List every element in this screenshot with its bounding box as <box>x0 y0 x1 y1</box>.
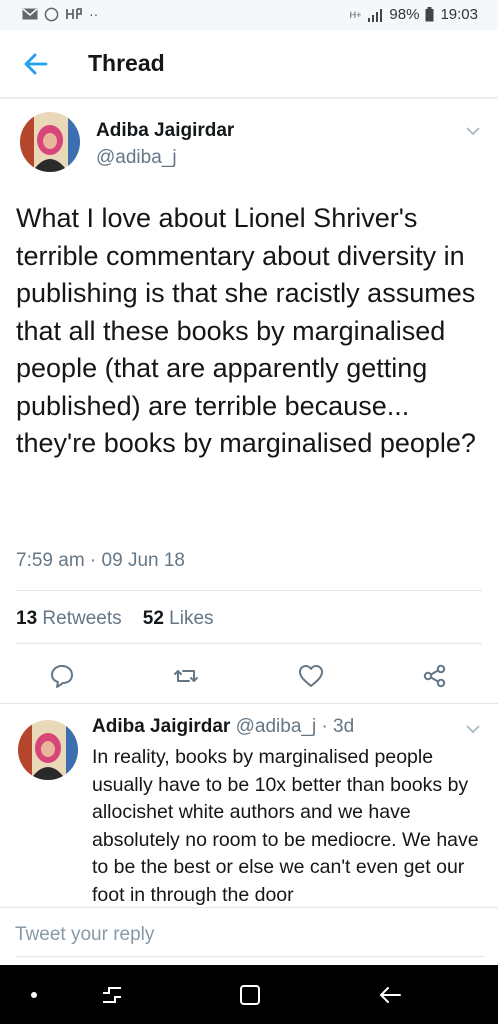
avatar-image <box>20 112 80 172</box>
likes-stat[interactable]: 52 Likes <box>143 608 214 629</box>
battery-percent: 98% <box>389 6 420 23</box>
recent-apps-icon[interactable] <box>98 981 126 1009</box>
tweet-timestamp: 7:59 am · 09 Jun 18 <box>16 550 185 571</box>
like-icon[interactable] <box>297 662 325 690</box>
reply-author-name[interactable]: Adiba Jaigirdar <box>92 716 230 737</box>
whatsapp-icon <box>44 7 59 21</box>
mail-icon <box>22 8 38 20</box>
battery-icon <box>425 7 434 22</box>
system-nav-bar <box>0 965 498 1024</box>
more-dots-icon: ·· <box>89 6 99 22</box>
app-header: Thread <box>0 30 498 98</box>
share-icon[interactable] <box>421 662 449 690</box>
reply-text: In reality, books by marginalised people… <box>92 746 479 906</box>
tweet-stats: 13 Retweets 52 Likes <box>16 608 214 630</box>
reply-header: Adiba Jaigirdar @adiba_j · 3d <box>92 716 354 738</box>
reply-input[interactable]: Tweet your reply <box>15 924 154 946</box>
likes-count: 52 <box>142 608 164 629</box>
back-icon[interactable] <box>376 981 404 1009</box>
reply-tweet[interactable]: Adiba Jaigirdar @adiba_j · 3d In reality… <box>0 703 498 908</box>
avatar[interactable] <box>20 112 80 172</box>
retweets-count: 13 <box>16 608 38 629</box>
retweets-label: Retweets <box>42 608 122 629</box>
chevron-down-icon[interactable] <box>466 724 480 734</box>
clock: 19:03 <box>440 6 478 23</box>
tweet-text: What I love about Lionel Shriver's terri… <box>16 203 476 458</box>
divider <box>16 590 482 591</box>
author-name[interactable]: Adiba Jaigirdar <box>96 120 234 142</box>
signal-icon <box>368 8 383 22</box>
reply-icon[interactable] <box>48 662 76 690</box>
back-arrow-icon[interactable] <box>22 50 50 78</box>
status-left: ·· <box>22 6 98 22</box>
author-handle[interactable]: @adiba_j <box>96 147 177 169</box>
input-underline <box>15 956 485 957</box>
dot-icon[interactable] <box>20 981 48 1009</box>
tweet-actions <box>0 654 498 698</box>
status-right: H+ 98% 19:03 <box>350 6 478 23</box>
page-title: Thread <box>88 50 165 76</box>
status-bar: ·· H+ 98% 19:03 <box>0 0 498 30</box>
retweets-stat[interactable]: 13 Retweets <box>16 608 122 629</box>
likes-label: Likes <box>169 608 214 629</box>
network-type: H+ <box>349 9 362 20</box>
avatar[interactable] <box>18 720 78 780</box>
divider <box>16 643 482 644</box>
reply-composer[interactable]: Tweet your reply <box>0 907 498 966</box>
retweet-icon[interactable] <box>172 662 200 690</box>
chevron-down-icon[interactable] <box>466 126 480 136</box>
avatar-image <box>18 720 78 780</box>
home-icon[interactable] <box>236 981 264 1009</box>
notification-icon <box>66 8 82 19</box>
reply-handle-time: @adiba_j · 3d <box>235 716 355 737</box>
